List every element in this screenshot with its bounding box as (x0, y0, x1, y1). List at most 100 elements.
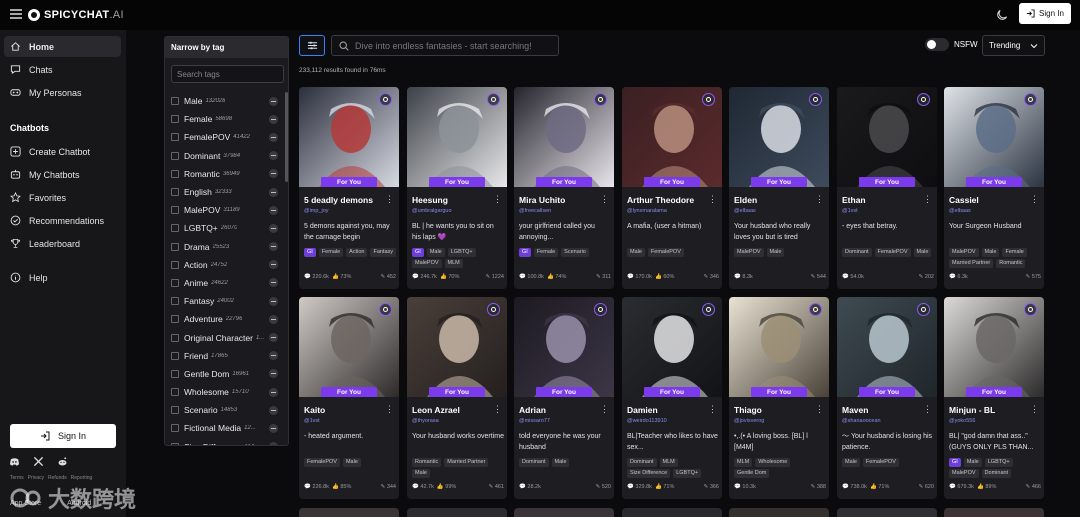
info-icon[interactable] (594, 93, 607, 106)
more-options-icon[interactable]: ⋮ (600, 405, 609, 417)
tag-row[interactable]: Friend 17865 (165, 347, 288, 365)
more-options-icon[interactable]: ⋮ (385, 195, 394, 207)
tag-checkbox[interactable] (171, 188, 179, 197)
creator-handle[interactable]: @weirdo113910 (627, 418, 717, 424)
creator-handle[interactable]: @missaro77 (519, 418, 609, 424)
info-icon[interactable] (917, 303, 930, 316)
info-icon[interactable] (379, 303, 392, 316)
character-card[interactable]: For You Adrian ⋮ @missaro77 told everyone he… (514, 297, 614, 499)
creator-handle[interactable]: @jovisverog (734, 418, 824, 424)
card-tag[interactable]: Dominant (519, 458, 549, 467)
exclude-tag-icon[interactable] (269, 223, 278, 233)
sign-in-button-top[interactable]: Sign In (1019, 3, 1071, 24)
exclude-tag-icon[interactable] (269, 114, 278, 124)
character-avatar-image[interactable]: For You (514, 87, 614, 187)
sidebar-item-home[interactable]: Home (4, 36, 121, 57)
card-tag[interactable]: FemalePOV (304, 458, 340, 467)
info-icon[interactable] (594, 303, 607, 316)
card-tag[interactable]: Male (551, 458, 570, 467)
moon-icon[interactable] (996, 9, 1008, 21)
sidebar-item-help[interactable]: Help (4, 267, 121, 288)
tag-checkbox[interactable] (171, 242, 179, 251)
character-card[interactable]: For You Kaito ⋮ @1vst - heated argument. Fema… (299, 297, 399, 499)
exclude-tag-icon[interactable] (269, 314, 278, 324)
card-tag[interactable]: Romantic (412, 458, 442, 467)
sidebar-item-chats[interactable]: Chats (4, 59, 121, 80)
creator-handle[interactable]: @1vst (842, 208, 932, 214)
tag-row[interactable]: Romantic 36949 (165, 165, 288, 183)
exclude-tag-icon[interactable] (269, 242, 278, 252)
card-tag[interactable]: Male (963, 458, 982, 467)
card-partial[interactable] (729, 508, 829, 517)
tag-checkbox[interactable] (171, 315, 179, 324)
creator-handle[interactable]: @freecallsen (519, 208, 609, 214)
character-card[interactable]: For You Thiago ⋮ @jovisverog •,.(• A loving … (729, 297, 829, 499)
card-tag[interactable]: Size Difference (627, 469, 671, 478)
tag-row[interactable]: Size Difference114... (165, 438, 288, 445)
character-card[interactable]: For You Mira Uchito ⋮ @freecallsen your girl… (514, 87, 614, 289)
sidebar-item-my-chatbots[interactable]: My Chatbots (4, 164, 121, 185)
sidebar-item-my-personas[interactable]: My Personas (4, 82, 121, 103)
sidebar-item-leaderboard[interactable]: Leaderboard (4, 233, 121, 254)
more-options-icon[interactable]: ⋮ (493, 405, 502, 417)
exclude-tag-icon[interactable] (269, 151, 278, 161)
tag-checkbox[interactable] (171, 424, 179, 433)
card-partial[interactable] (944, 508, 1044, 517)
card-tag[interactable]: MLM (444, 259, 463, 268)
exclude-tag-icon[interactable] (269, 296, 278, 306)
menu-icon[interactable] (9, 7, 23, 21)
character-card[interactable]: For You Damien ⋮ @weirdo113910 BL|Teacher wh… (622, 297, 722, 499)
card-tag[interactable]: Wholesome (755, 458, 791, 467)
character-card[interactable]: For You Cassiel ⋮ @elbaas Your Surgeon Husba… (944, 87, 1044, 289)
tag-row[interactable]: Adventure 22796 (165, 310, 288, 328)
card-tag[interactable]: MalePOV (949, 248, 979, 257)
exclude-tag-icon[interactable] (269, 351, 278, 361)
tag-row[interactable]: English 32333 (165, 183, 288, 201)
character-card[interactable]: For You Arthur Theodore ⋮ @lynxmaralama A ma… (622, 87, 722, 289)
footer-link-terms[interactable]: Terms (10, 475, 24, 481)
character-card[interactable]: For You Heesung ⋮ @umbralgarguo BL | he want… (407, 87, 507, 289)
tag-row[interactable]: Drama 25523 (165, 238, 288, 256)
card-tag[interactable]: MLM (659, 458, 678, 467)
card-tag[interactable]: Female (533, 248, 559, 257)
sort-select[interactable]: Trending (982, 35, 1045, 56)
tag-search-input[interactable]: Search tags (171, 65, 284, 83)
tag-checkbox[interactable] (171, 406, 179, 415)
character-card[interactable]: For You Maven ⋮ @shanaoocean 〜 Your husband … (837, 297, 937, 499)
character-card[interactable]: For You Ethan ⋮ @1vst - eyes that betray. Dom… (837, 87, 937, 289)
tag-checkbox[interactable] (171, 278, 179, 287)
creator-handle[interactable]: @elbaas (949, 208, 1039, 214)
search-input[interactable]: Dive into endless fantasies - start sear… (331, 35, 559, 56)
filter-toggle-button[interactable] (299, 35, 325, 56)
character-card[interactable]: For You Leon Azrael ⋮ @thyorasa Your husband… (407, 297, 507, 499)
tag-checkbox[interactable] (171, 151, 179, 160)
exclude-tag-icon[interactable] (269, 96, 278, 106)
card-tag[interactable]: Fantasy (370, 248, 397, 257)
more-options-icon[interactable]: ⋮ (708, 405, 717, 417)
card-tag[interactable]: Dominant (627, 458, 657, 467)
tag-row[interactable]: Fictional Media 12... (165, 419, 288, 437)
creator-handle[interactable]: @imp_joy (304, 208, 394, 214)
info-icon[interactable] (702, 303, 715, 316)
card-tag[interactable]: MLM (734, 458, 753, 467)
card-tag[interactable]: Male (412, 469, 430, 478)
card-partial[interactable] (407, 508, 507, 517)
exclude-tag-icon[interactable] (269, 369, 278, 379)
tag-row[interactable]: Action 24752 (165, 256, 288, 274)
exclude-tag-icon[interactable] (269, 423, 278, 433)
tag-row[interactable]: Scenario 14853 (165, 401, 288, 419)
reddit-icon[interactable] (57, 456, 68, 467)
tag-row[interactable]: Dominant 37984 (165, 147, 288, 165)
character-card[interactable]: For You Minjun - BL ⋮ @yoko556 BL| "god damn… (944, 297, 1044, 499)
tag-checkbox[interactable] (171, 206, 179, 215)
nsfw-toggle[interactable] (925, 38, 949, 51)
more-options-icon[interactable]: ⋮ (493, 195, 502, 207)
character-avatar-image[interactable]: For You (299, 87, 399, 187)
tag-row[interactable]: Male 132028 (165, 92, 288, 110)
more-options-icon[interactable]: ⋮ (708, 195, 717, 207)
tag-checkbox[interactable] (171, 442, 179, 445)
card-tag[interactable]: MalePOV (734, 248, 764, 257)
tag-checkbox[interactable] (171, 388, 179, 397)
sidebar-item-recommendations[interactable]: Recommendations (4, 210, 121, 231)
card-tag[interactable]: Romantic (996, 259, 1026, 268)
